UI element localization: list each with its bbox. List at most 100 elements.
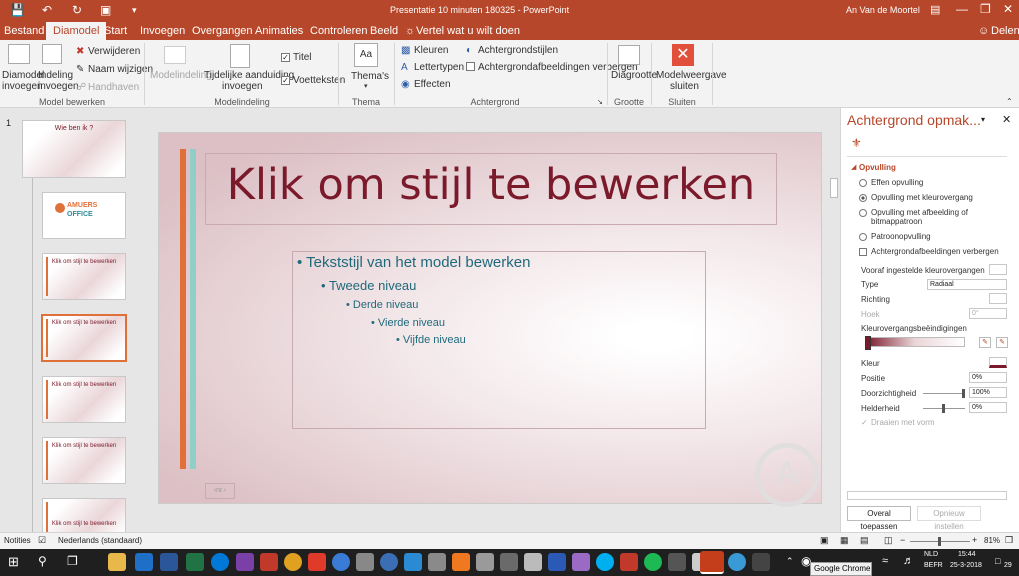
search-icon[interactable]: ⚲	[38, 554, 47, 568]
file-explorer-icon[interactable]	[108, 553, 126, 571]
app-icon[interactable]	[752, 553, 770, 571]
layout-master-button[interactable]: Modelindeling	[150, 70, 212, 81]
tab-start[interactable]: Start	[104, 25, 127, 37]
body-placeholder[interactable]: • Tekststijl van het model bewerken • Tw…	[292, 251, 706, 429]
delete-button[interactable]: Verwijderen	[88, 46, 140, 57]
show-hidden-icons-icon[interactable]: ⌃	[786, 556, 794, 567]
section-collapse-icon[interactable]: ◢	[851, 163, 856, 171]
app-icon[interactable]	[308, 553, 326, 571]
transparency-slider[interactable]	[923, 393, 965, 394]
slide-number-placeholder[interactable]: ‹nr.›	[205, 483, 235, 499]
gradient-stops-bar[interactable]	[865, 337, 965, 347]
reset-background-button[interactable]: Opnieuw instellen	[917, 506, 981, 531]
pane-horizontal-scrollbar[interactable]	[847, 491, 1007, 500]
action-center-icon[interactable]: □	[995, 556, 1000, 566]
background-dialog-launcher-icon[interactable]: ↘	[597, 97, 603, 108]
zoom-in-icon[interactable]: +	[972, 535, 977, 545]
app-icon[interactable]	[428, 553, 446, 571]
spellcheck-icon[interactable]: ☑	[38, 535, 46, 546]
brightness-field[interactable]: 0%	[969, 402, 1007, 413]
fit-to-window-icon[interactable]: ❒	[1005, 535, 1013, 546]
angle-field[interactable]: 0°	[969, 308, 1007, 319]
hide-bg-graphics-checkbox[interactable]	[859, 248, 867, 256]
app-icon[interactable]	[476, 553, 494, 571]
background-styles-dropdown[interactable]: Achtergrondstijlen	[478, 45, 558, 56]
tab-controleren[interactable]: Controleren	[310, 25, 367, 37]
notes-button[interactable]: Notities	[4, 536, 31, 545]
spotify-icon[interactable]	[644, 553, 662, 571]
slide-sorter-icon[interactable]: ▦	[840, 535, 849, 546]
tell-me-input[interactable]: Vertel wat u wilt doen	[416, 25, 520, 37]
footers-checkbox[interactable]: ✓	[281, 76, 290, 85]
close-master-view-label-2[interactable]: sluiten	[670, 81, 699, 92]
pane-options-dropdown-icon[interactable]: ▾	[981, 115, 985, 124]
direction-dropdown[interactable]	[989, 293, 1007, 304]
rotate-with-shape-checkbox[interactable]: ✓	[861, 418, 868, 427]
transparency-field[interactable]: 100%	[969, 387, 1007, 398]
text-level-5[interactable]: • Vijfde niveau	[396, 334, 466, 346]
app-icon[interactable]	[404, 553, 422, 571]
app-icon[interactable]	[668, 553, 686, 571]
slide-master-thumbnail[interactable]: Wie ben ik ?	[22, 120, 126, 178]
minimize-icon[interactable]: —	[956, 2, 968, 16]
text-level-4[interactable]: • Vierde niveau	[371, 317, 445, 329]
normal-view-icon[interactable]: ▣	[820, 535, 829, 546]
tab-bestand[interactable]: Bestand	[4, 25, 44, 37]
add-stop-icon[interactable]: ✎	[979, 337, 991, 348]
app-icon[interactable]	[452, 553, 470, 571]
onenote-icon[interactable]	[236, 553, 254, 571]
input-language[interactable]: NLD	[924, 551, 938, 558]
insert-placeholder-icon[interactable]	[230, 44, 250, 68]
skype-icon[interactable]	[596, 553, 614, 571]
share-button[interactable]: Delen	[991, 25, 1019, 37]
undo-icon[interactable]: ↶	[42, 3, 52, 17]
insert-layout-label-1[interactable]: Indeling	[38, 70, 73, 81]
volume-icon[interactable]: ♬	[903, 555, 914, 567]
color-picker[interactable]	[989, 357, 1007, 368]
text-level-2[interactable]: • Tweede niveau	[321, 278, 416, 293]
solid-fill-radio[interactable]	[859, 179, 867, 187]
colors-dropdown[interactable]: Kleuren	[414, 45, 448, 56]
close-master-view-label-1[interactable]: Modelweergave	[656, 70, 727, 81]
text-level-3[interactable]: • Derde niveau	[346, 299, 418, 311]
effects-dropdown[interactable]: Effecten	[414, 79, 451, 90]
remove-stop-icon[interactable]: ✎	[996, 337, 1008, 348]
tab-overgangen[interactable]: Overgangen	[192, 25, 253, 37]
powerpoint-icon[interactable]	[700, 551, 724, 574]
reading-view-icon[interactable]: ▤	[860, 535, 869, 546]
calculator-icon[interactable]	[500, 553, 518, 571]
app-icon[interactable]	[524, 553, 542, 571]
preserve-button[interactable]: Handhaven	[88, 82, 139, 93]
layout-thumbnail[interactable]: Klik om stijl te bewerken	[42, 376, 126, 423]
ie-icon[interactable]	[332, 553, 350, 571]
save-icon[interactable]: 💾	[10, 3, 25, 17]
insert-placeholder-label-2[interactable]: invoegen	[222, 81, 263, 92]
layout-thumbnail[interactable]: Klik om stijl te bewerken	[42, 498, 126, 532]
task-view-icon[interactable]: ❐	[67, 554, 78, 568]
slide-canvas[interactable]: Klik om stijl te bewerken • Tekststijl v…	[158, 132, 822, 507]
customize-quick-access-icon[interactable]: ▾	[132, 5, 137, 16]
gradient-stop-selected[interactable]	[865, 336, 871, 350]
collapse-ribbon-icon[interactable]: ⌃	[1006, 96, 1013, 107]
gradient-fill-radio[interactable]	[859, 194, 867, 202]
layout-master-icon[interactable]	[164, 46, 186, 64]
brightness-slider-handle[interactable]	[942, 404, 945, 413]
picture-fill-radio[interactable]	[859, 209, 867, 217]
preset-gradients-dropdown[interactable]	[989, 264, 1007, 275]
position-field[interactable]: 0%	[969, 372, 1007, 383]
edge-icon[interactable]	[211, 553, 229, 571]
close-master-view-icon[interactable]: ✕	[672, 44, 694, 66]
app-icon[interactable]	[380, 553, 398, 571]
layout-thumbnail[interactable]: AMUERS OFFICE	[42, 192, 126, 239]
clock-date[interactable]: 25-3-2018	[950, 562, 982, 569]
themes-dropdown-icon[interactable]: ▾	[364, 81, 368, 92]
redo-icon[interactable]: ↻	[72, 3, 82, 17]
clock-time[interactable]: 15:44	[958, 551, 976, 558]
hide-background-checkbox[interactable]	[466, 62, 475, 71]
tab-animaties[interactable]: Animaties	[255, 25, 303, 37]
word-icon[interactable]	[160, 553, 178, 571]
title-checkbox[interactable]: ✓	[281, 53, 290, 62]
insert-layout-label-2[interactable]: invoegen	[38, 81, 79, 92]
themes-button[interactable]: Thema's	[351, 71, 389, 82]
app-icon[interactable]	[356, 553, 374, 571]
